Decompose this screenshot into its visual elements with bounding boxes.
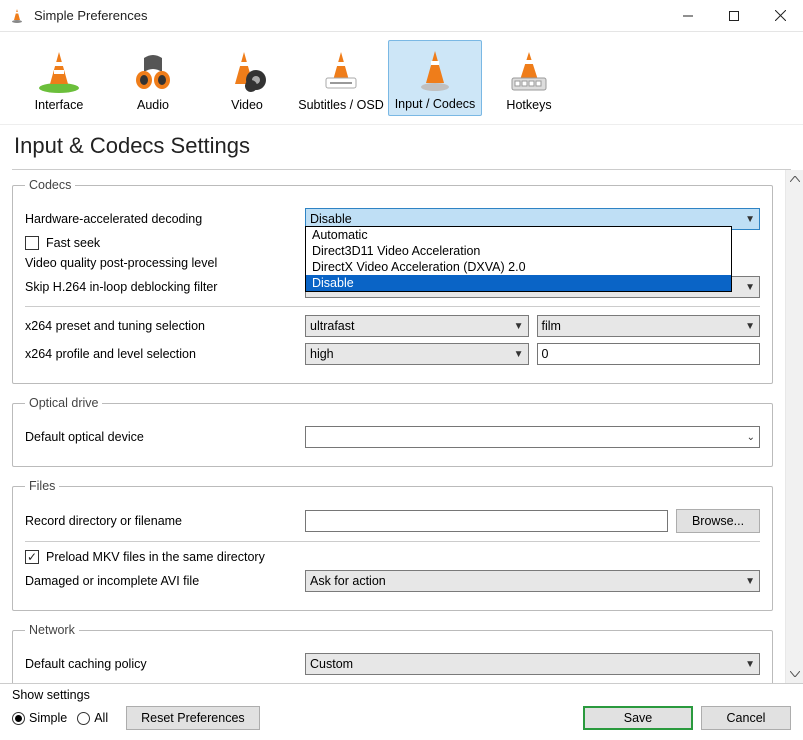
hw-decoding-label: Hardware-accelerated decoding — [25, 212, 305, 226]
chevron-down-icon: ▼ — [745, 659, 755, 670]
chevron-down-icon: ▼ — [514, 349, 524, 360]
x264-tune-value: film — [542, 319, 561, 333]
chevron-down-icon: ▼ — [745, 321, 755, 332]
group-codecs: Codecs Hardware-accelerated decoding Dis… — [12, 178, 773, 384]
x264-profile-label: x264 profile and level selection — [25, 347, 305, 361]
default-caching-label: Default caching policy — [25, 657, 305, 671]
radio-simple-label: Simple — [29, 711, 67, 725]
cancel-button[interactable]: Cancel — [701, 706, 791, 730]
group-legend: Files — [25, 479, 59, 493]
titlebar: Simple Preferences — [0, 0, 803, 32]
chevron-down-icon: ▼ — [745, 214, 755, 225]
app-icon — [8, 7, 26, 25]
tab-interface[interactable]: Interface — [12, 40, 106, 116]
hotkeys-icon — [505, 48, 553, 94]
default-caching-select[interactable]: Custom ▼ — [305, 653, 760, 675]
preload-mkv-label: Preload MKV files in the same directory — [46, 550, 265, 564]
group-legend: Network — [25, 623, 79, 637]
chevron-down-icon: ▼ — [745, 282, 755, 293]
radio-simple[interactable]: Simple — [12, 711, 67, 725]
record-dir-input[interactable] — [305, 510, 668, 532]
divider — [25, 306, 760, 307]
subtitles-icon — [317, 48, 365, 94]
settings-scroll-area: Codecs Hardware-accelerated decoding Dis… — [0, 170, 785, 683]
fast-seek-checkbox[interactable]: Fast seek — [25, 236, 100, 250]
checkbox-box — [25, 550, 39, 564]
tab-label: Subtitles / OSD — [298, 98, 383, 112]
vertical-scrollbar[interactable] — [785, 170, 803, 683]
damaged-avi-select[interactable]: Ask for action ▼ — [305, 570, 760, 592]
dropdown-option-dxva2[interactable]: DirectX Video Acceleration (DXVA) 2.0 — [306, 259, 731, 275]
scroll-container: Codecs Hardware-accelerated decoding Dis… — [0, 170, 803, 683]
interface-icon — [35, 48, 83, 94]
x264-preset-label: x264 preset and tuning selection — [25, 319, 305, 333]
vq-post-label: Video quality post-processing level — [25, 256, 305, 270]
category-tabs: Interface Audio Video Subtitles / OSD In… — [0, 32, 803, 125]
chevron-down-icon: ▼ — [745, 576, 755, 587]
tab-label: Hotkeys — [506, 98, 551, 112]
tab-audio[interactable]: Audio — [106, 40, 200, 116]
scrollbar-track[interactable] — [786, 188, 803, 665]
close-button[interactable] — [757, 0, 803, 32]
damaged-avi-value: Ask for action — [310, 574, 386, 588]
page-title: Input & Codecs Settings — [0, 125, 803, 169]
dropdown-option-disable[interactable]: Disable — [306, 275, 731, 291]
default-optical-select[interactable]: ⌄ — [305, 426, 760, 448]
input-codecs-icon — [411, 47, 459, 93]
tab-label: Video — [231, 98, 263, 112]
x264-preset-value: ultrafast — [310, 319, 354, 333]
fast-seek-label: Fast seek — [46, 236, 100, 250]
dropdown-option-automatic[interactable]: Automatic — [306, 227, 731, 243]
x264-profile-select[interactable]: high ▼ — [305, 343, 529, 365]
x264-profile-value: high — [310, 347, 334, 361]
tab-hotkeys[interactable]: Hotkeys — [482, 40, 576, 116]
hw-decoding-dropdown[interactable]: Automatic Direct3D11 Video Acceleration … — [305, 226, 732, 292]
record-dir-label: Record directory or filename — [25, 514, 305, 528]
preload-mkv-checkbox[interactable]: Preload MKV files in the same directory — [25, 550, 265, 564]
scroll-up-icon[interactable] — [786, 170, 803, 188]
tab-input-codecs[interactable]: Input / Codecs — [388, 40, 482, 116]
window-title: Simple Preferences — [34, 8, 665, 23]
chevron-down-icon: ▼ — [514, 321, 524, 332]
x264-tune-select[interactable]: film ▼ — [537, 315, 761, 337]
radio-dot — [77, 712, 90, 725]
minimize-button[interactable] — [665, 0, 711, 32]
group-files: Files Record directory or filename Brows… — [12, 479, 773, 611]
checkbox-box — [25, 236, 39, 250]
scroll-down-icon[interactable] — [786, 665, 803, 683]
default-caching-value: Custom — [310, 657, 353, 671]
tab-label: Input / Codecs — [395, 97, 476, 111]
group-legend: Codecs — [25, 178, 75, 192]
footer: Show settings Simple All Reset Preferenc… — [0, 683, 803, 740]
default-optical-label: Default optical device — [25, 430, 305, 444]
browse-button[interactable]: Browse... — [676, 509, 760, 533]
group-optical: Optical drive Default optical device ⌄ — [12, 396, 773, 467]
damaged-avi-label: Damaged or incomplete AVI file — [25, 574, 305, 588]
tab-label: Audio — [137, 98, 169, 112]
show-settings-label: Show settings — [12, 688, 260, 702]
radio-all-label: All — [94, 711, 108, 725]
x264-level-input[interactable] — [537, 343, 761, 365]
tab-subtitles[interactable]: Subtitles / OSD — [294, 40, 388, 116]
chevron-down-icon: ⌄ — [747, 432, 755, 443]
radio-all[interactable]: All — [77, 711, 108, 725]
radio-dot — [12, 712, 25, 725]
dropdown-option-d3d11[interactable]: Direct3D11 Video Acceleration — [306, 243, 731, 259]
reset-preferences-button[interactable]: Reset Preferences — [126, 706, 260, 730]
hw-decoding-value: Disable — [310, 212, 352, 226]
group-legend: Optical drive — [25, 396, 102, 410]
x264-preset-select[interactable]: ultrafast ▼ — [305, 315, 529, 337]
skip-h264-label: Skip H.264 in-loop deblocking filter — [25, 280, 305, 294]
video-icon — [223, 48, 271, 94]
maximize-button[interactable] — [711, 0, 757, 32]
tab-video[interactable]: Video — [200, 40, 294, 116]
save-button[interactable]: Save — [583, 706, 693, 730]
show-settings-radiogroup: Simple All Reset Preferences — [12, 706, 260, 730]
tab-label: Interface — [35, 98, 84, 112]
group-network: Network Default caching policy Custom ▼ — [12, 623, 773, 683]
audio-icon — [129, 48, 177, 94]
divider — [25, 541, 760, 542]
